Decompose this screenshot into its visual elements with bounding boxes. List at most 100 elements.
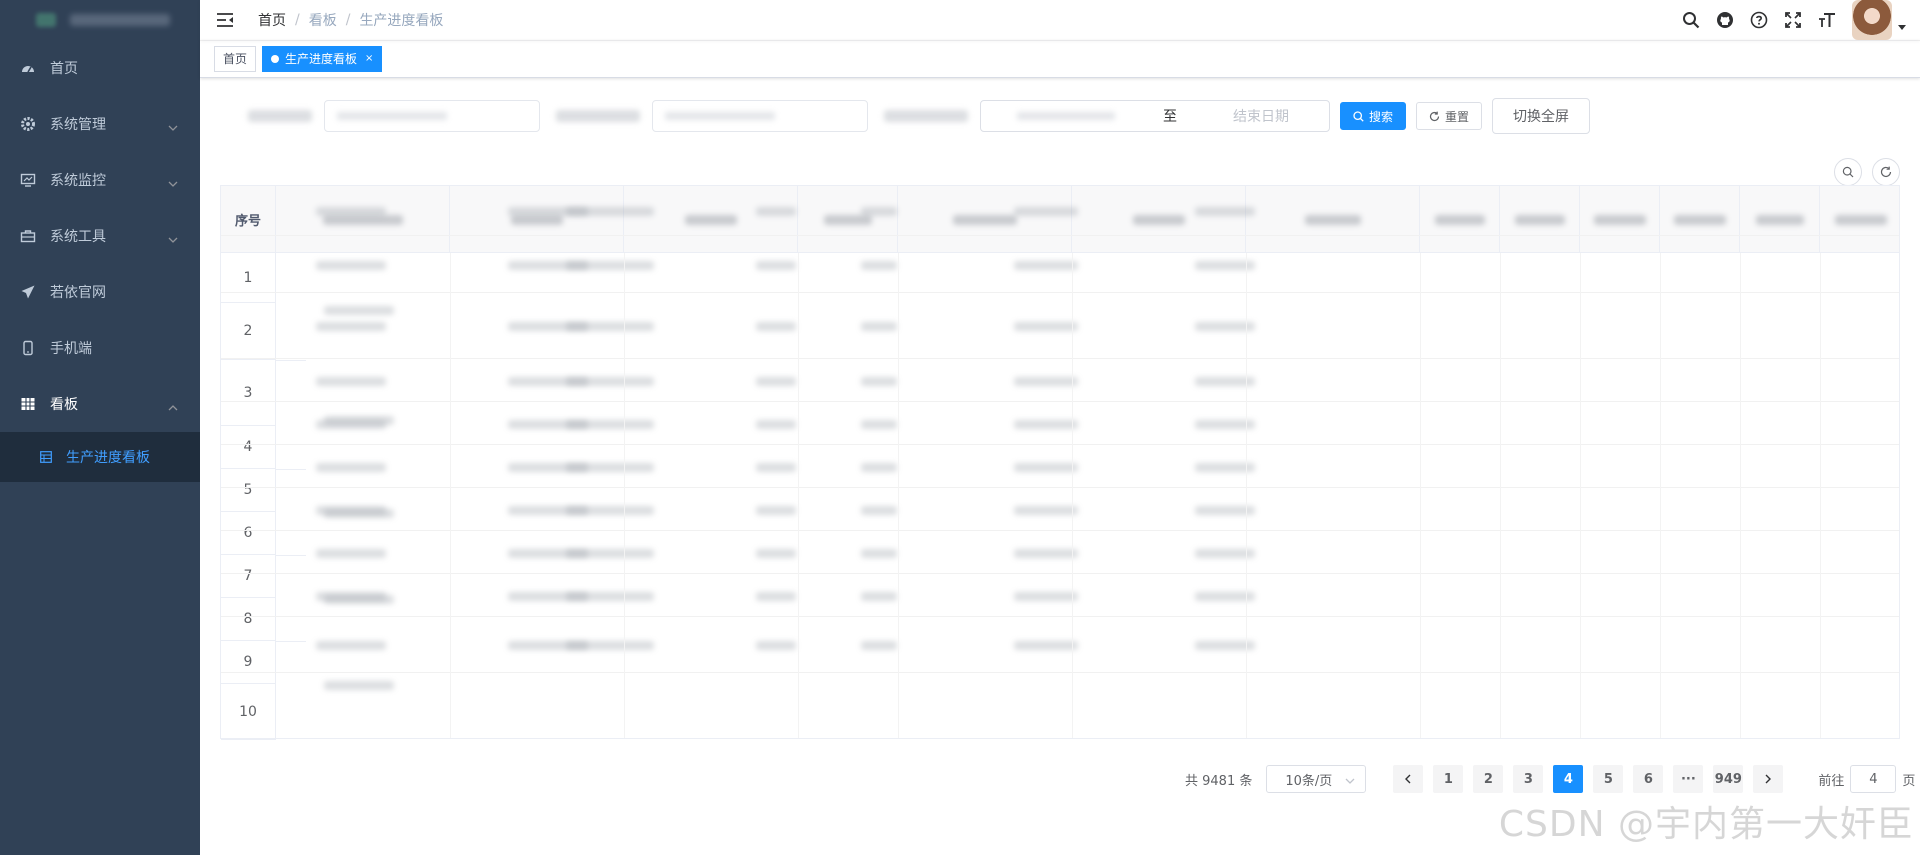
phone-icon xyxy=(20,340,36,356)
cell-blurred xyxy=(756,207,796,216)
breadcrumb-board[interactable]: 看板 xyxy=(309,10,337,30)
avatar[interactable] xyxy=(1852,0,1892,40)
logo[interactable] xyxy=(0,0,200,40)
date-range-picker[interactable]: 至 结束日期 xyxy=(980,100,1330,132)
filter-input-1[interactable] xyxy=(324,100,540,132)
tag-label: 首页 xyxy=(223,52,248,66)
page-button[interactable]: 5 xyxy=(1593,765,1624,793)
cell-blurred xyxy=(756,377,796,386)
github-icon[interactable] xyxy=(1708,0,1742,40)
sidebar-item-board[interactable]: 看板 xyxy=(0,376,200,432)
caret-down-icon[interactable] xyxy=(1898,19,1906,35)
cell-blurred xyxy=(1014,549,1078,558)
column-divider xyxy=(1660,253,1661,738)
search-form: 至 结束日期 搜索 重置 切换全屏 xyxy=(248,96,1591,136)
breadcrumb-current: 生产进度看板 xyxy=(359,13,444,29)
navbar-tools xyxy=(1674,0,1920,40)
sidebar-item-mobile[interactable]: 手机端 xyxy=(0,320,200,376)
search-icon xyxy=(1842,166,1854,178)
page-size-select[interactable]: 10条/页 xyxy=(1266,765,1367,793)
cell-blurred xyxy=(861,420,897,429)
filter-label-blurred xyxy=(248,110,312,122)
page-button-current[interactable]: 4 xyxy=(1553,765,1584,793)
cell-blurred xyxy=(566,549,654,558)
cell-blurred xyxy=(1014,420,1078,429)
search-button-label: 搜索 xyxy=(1369,109,1394,124)
hamburger-icon[interactable] xyxy=(216,10,236,30)
sidebar-item-monitor[interactable]: 系统监控 xyxy=(0,152,200,208)
start-date-blurred xyxy=(1017,112,1115,120)
cell-blurred xyxy=(316,549,386,558)
page-jumper: 前往 4 页 xyxy=(1818,765,1915,793)
cell-blurred xyxy=(316,207,386,216)
cell-blurred xyxy=(566,207,654,216)
dashboard-icon xyxy=(20,60,36,76)
logo-icon xyxy=(36,13,56,27)
search-icon[interactable] xyxy=(1674,0,1708,40)
cell-blurred xyxy=(566,463,654,472)
end-date-input[interactable]: 结束日期 xyxy=(1233,106,1289,126)
cell-blurred xyxy=(756,641,796,650)
cell-blurred xyxy=(566,261,654,270)
page-button-last[interactable]: 949 xyxy=(1713,765,1744,793)
refresh-button[interactable] xyxy=(1872,158,1900,186)
cell-blurred xyxy=(861,261,897,270)
cell-blurred xyxy=(756,463,796,472)
table-row-blurred xyxy=(221,359,1899,402)
cell-blurred xyxy=(861,322,897,331)
search-button[interactable]: 搜索 xyxy=(1340,102,1407,130)
tag-production-board[interactable]: 生产进度看板 × xyxy=(262,46,383,72)
gear-icon xyxy=(20,116,36,132)
cell-blurred xyxy=(1014,207,1078,216)
table-row-blurred xyxy=(221,236,1899,293)
toggle-search-button[interactable] xyxy=(1834,158,1862,186)
tags-view: 首页 生产进度看板 × xyxy=(200,40,1920,78)
breadcrumb-home[interactable]: 首页 xyxy=(258,10,286,30)
table-row-blurred xyxy=(221,293,1899,359)
page-button[interactable]: 2 xyxy=(1473,765,1504,793)
sidebar-item-system[interactable]: 系统管理 xyxy=(0,96,200,152)
data-table: 序号 1 2 3 4 5 6 7 8 9 10 xyxy=(220,185,1900,740)
merged-cell-blurred xyxy=(324,509,394,518)
goto-page-input[interactable]: 4 xyxy=(1850,765,1897,793)
next-page-button[interactable] xyxy=(1753,765,1784,793)
page-button[interactable]: 6 xyxy=(1633,765,1664,793)
fullscreen-icon[interactable] xyxy=(1776,0,1810,40)
prev-page-button[interactable] xyxy=(1393,765,1424,793)
table-row-blurred xyxy=(221,445,1899,488)
sidebar-item-label: 看板 xyxy=(50,397,78,413)
tag-home[interactable]: 首页 xyxy=(214,46,257,72)
refresh-icon xyxy=(1880,166,1892,178)
cell-blurred xyxy=(861,641,897,650)
sidebar-menu: 首页 系统管理 系统监控 系统工具 若依官网 手机端 看板 xyxy=(0,40,200,432)
cell-blurred xyxy=(756,592,796,601)
help-icon[interactable] xyxy=(1742,0,1776,40)
cell-blurred xyxy=(861,377,897,386)
group-divider xyxy=(276,360,306,361)
cell-blurred xyxy=(316,641,386,650)
sidebar-item-home[interactable]: 首页 xyxy=(0,40,200,96)
sidebar-item-tools[interactable]: 系统工具 xyxy=(0,208,200,264)
toggle-fullscreen-button[interactable]: 切换全屏 xyxy=(1492,98,1591,134)
filter-input-2[interactable] xyxy=(652,100,868,132)
column-divider xyxy=(1580,253,1581,738)
chevron-down-icon xyxy=(168,120,178,136)
reset-button[interactable]: 重置 xyxy=(1416,102,1483,130)
cell-blurred xyxy=(861,592,897,601)
sidebar-subitem-production-board[interactable]: 生产进度看板 xyxy=(0,432,200,482)
logo-title-blurred xyxy=(70,14,170,26)
column-divider xyxy=(898,253,899,738)
cell-blurred xyxy=(316,377,386,386)
close-icon[interactable]: × xyxy=(365,47,373,71)
filter-label-blurred xyxy=(884,110,968,122)
page-button[interactable]: 1 xyxy=(1433,765,1464,793)
sidebar-item-website[interactable]: 若依官网 xyxy=(0,264,200,320)
paper-plane-icon xyxy=(20,284,36,300)
sidebar-item-label: 若依官网 xyxy=(50,285,106,301)
chevron-up-icon xyxy=(168,400,178,416)
font-size-icon[interactable] xyxy=(1810,0,1844,40)
page-button[interactable]: 3 xyxy=(1513,765,1544,793)
cell-blurred xyxy=(316,463,386,472)
more-pages-button[interactable]: ··· xyxy=(1673,765,1704,793)
cell-blurred xyxy=(566,420,654,429)
